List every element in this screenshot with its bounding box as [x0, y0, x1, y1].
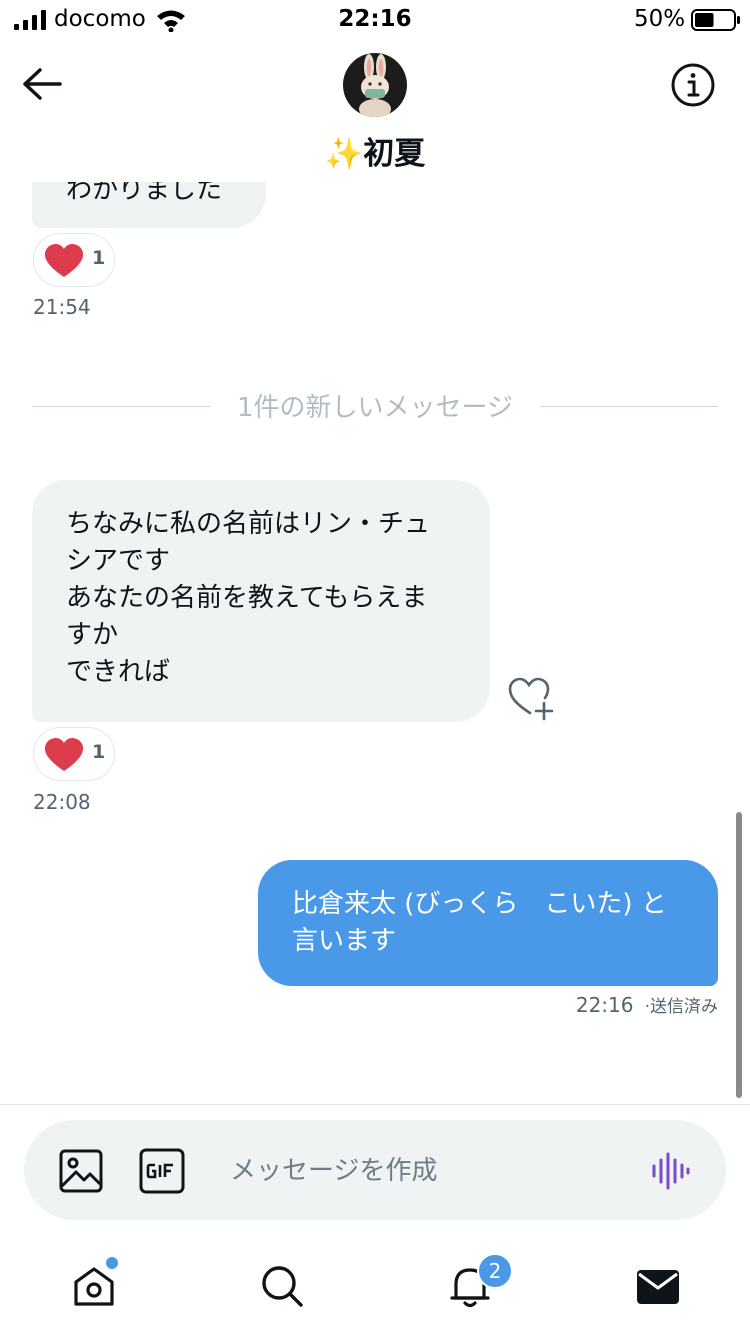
rabbit-avatar-icon — [343, 53, 407, 117]
add-reaction-icon[interactable] — [508, 677, 556, 721]
home-unread-dot — [104, 1255, 120, 1271]
reaction-count: 1 — [92, 247, 106, 269]
contact-name[interactable]: ✨初夏 — [0, 128, 750, 173]
heart-icon — [44, 244, 84, 277]
reaction-pill[interactable]: 1 — [33, 727, 115, 781]
reaction-pill[interactable]: 1 — [33, 233, 115, 287]
message-meta: 22:16 ·送信済み — [0, 992, 718, 1017]
search-icon[interactable] — [258, 1262, 306, 1310]
message-line: できれば — [66, 657, 171, 687]
message-line: あなたの名前を教えてもらえま — [66, 583, 428, 613]
divider-line — [0, 1104, 750, 1105]
mail-icon[interactable] — [634, 1262, 682, 1310]
info-icon[interactable] — [670, 62, 716, 108]
message-bubble-incoming[interactable]: わかりました — [32, 182, 266, 228]
delivery-status: ·送信済み — [644, 997, 718, 1017]
divider-line — [540, 406, 718, 407]
message-line: シアです — [66, 546, 171, 576]
back-arrow-icon[interactable] — [20, 66, 64, 102]
notifications-badge: 2 — [477, 1253, 513, 1289]
message-timestamp: 22:16 — [575, 993, 634, 1017]
message-line: ちなみに私の名前はリン・チュ — [66, 509, 431, 539]
gif-icon[interactable] — [139, 1148, 185, 1194]
message-bubble-outgoing[interactable]: 比倉来太 (びっくら こいた) と 言います — [258, 860, 718, 986]
message-line: 言います — [292, 926, 397, 956]
message-line: わかりました — [66, 182, 223, 205]
message-timestamp: 21:54 — [33, 295, 91, 319]
battery-icon — [691, 9, 740, 31]
message-input[interactable] — [230, 1150, 630, 1192]
message-line: すか — [66, 620, 119, 650]
image-icon[interactable] — [58, 1148, 104, 1194]
avatar[interactable] — [343, 53, 407, 117]
scrollbar[interactable] — [736, 812, 742, 1098]
battery-percent: 50% — [634, 6, 686, 32]
voice-message-icon[interactable] — [650, 1150, 690, 1192]
heart-icon — [44, 738, 84, 771]
message-timestamp: 22:08 — [33, 790, 91, 814]
message-bubble-incoming[interactable]: ちなみに私の名前はリン・チュ シアです あなたの名前を教えてもらえま すか でき… — [32, 480, 490, 722]
reaction-count: 1 — [92, 741, 106, 763]
message-line: 比倉来太 (びっくら こいた) と — [292, 889, 667, 919]
